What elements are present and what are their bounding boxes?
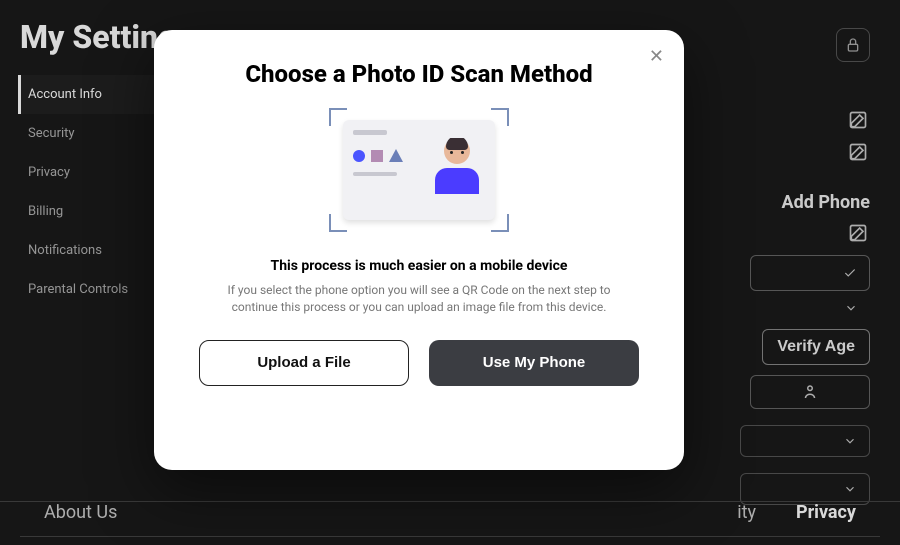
modal-actions: Upload a File Use My Phone <box>199 340 639 386</box>
close-icon[interactable]: ✕ <box>649 46 664 67</box>
id-card-illustration <box>329 108 509 232</box>
photo-id-modal: ✕ Choose a Photo ID Scan Method <box>154 30 684 470</box>
use-my-phone-button[interactable]: Use My Phone <box>429 340 639 386</box>
upload-file-button[interactable]: Upload a File <box>199 340 409 386</box>
modal-backdrop: ✕ Choose a Photo ID Scan Method <box>0 0 900 545</box>
modal-title: Choose a Photo ID Scan Method <box>245 60 592 88</box>
modal-description: If you select the phone option you will … <box>209 282 629 316</box>
modal-subhead: This process is much easier on a mobile … <box>271 258 568 274</box>
